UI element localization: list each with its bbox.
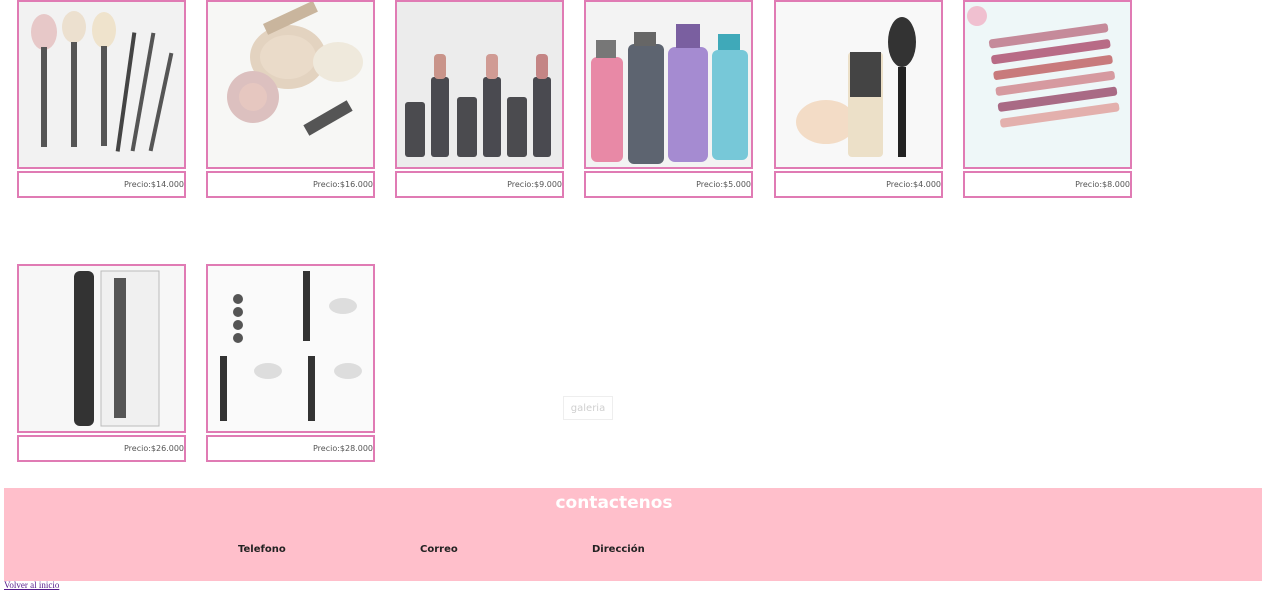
makeup-brushes-image (17, 0, 186, 169)
face-powder-set-image (206, 0, 375, 169)
product-card[interactable]: Precio:$26.000 (17, 264, 186, 462)
lipsticks-image (395, 0, 564, 169)
mascara-guide-image (206, 264, 375, 433)
product-card[interactable]: Precio:$28.000 (206, 264, 375, 462)
gallery-button[interactable]: galeria (563, 396, 613, 420)
foundation-brush-image (774, 0, 943, 169)
product-card[interactable]: Precio:$9.000 (395, 0, 564, 198)
footer-title: contactenos (555, 493, 673, 513)
product-card[interactable]: Precio:$5.000 (584, 0, 753, 198)
contact-footer: contactenos Telefono Correo Dirección (4, 488, 1262, 581)
lip-gloss-set-image (963, 0, 1132, 169)
product-card[interactable]: Precio:$14.000 (17, 0, 186, 198)
nyx-mascara-image (17, 264, 186, 433)
price-label: Precio:$9.000 (395, 171, 564, 198)
footer-address-label: Dirección (592, 544, 645, 555)
product-card[interactable]: Precio:$8.000 (963, 0, 1132, 198)
product-card[interactable]: Precio:$16.000 (206, 0, 375, 198)
price-label: Precio:$28.000 (206, 435, 375, 462)
price-label: Precio:$8.000 (963, 171, 1132, 198)
footer-email-label: Correo (420, 544, 458, 555)
footer-phone-label: Telefono (238, 544, 286, 555)
price-label: Precio:$26.000 (17, 435, 186, 462)
price-label: Precio:$14.000 (17, 171, 186, 198)
price-label: Precio:$5.000 (584, 171, 753, 198)
product-card[interactable]: Precio:$4.000 (774, 0, 943, 198)
back-to-home-link[interactable]: Volver al inicio (4, 580, 59, 590)
price-label: Precio:$16.000 (206, 171, 375, 198)
perfume-bottles-image (584, 0, 753, 169)
price-label: Precio:$4.000 (774, 171, 943, 198)
